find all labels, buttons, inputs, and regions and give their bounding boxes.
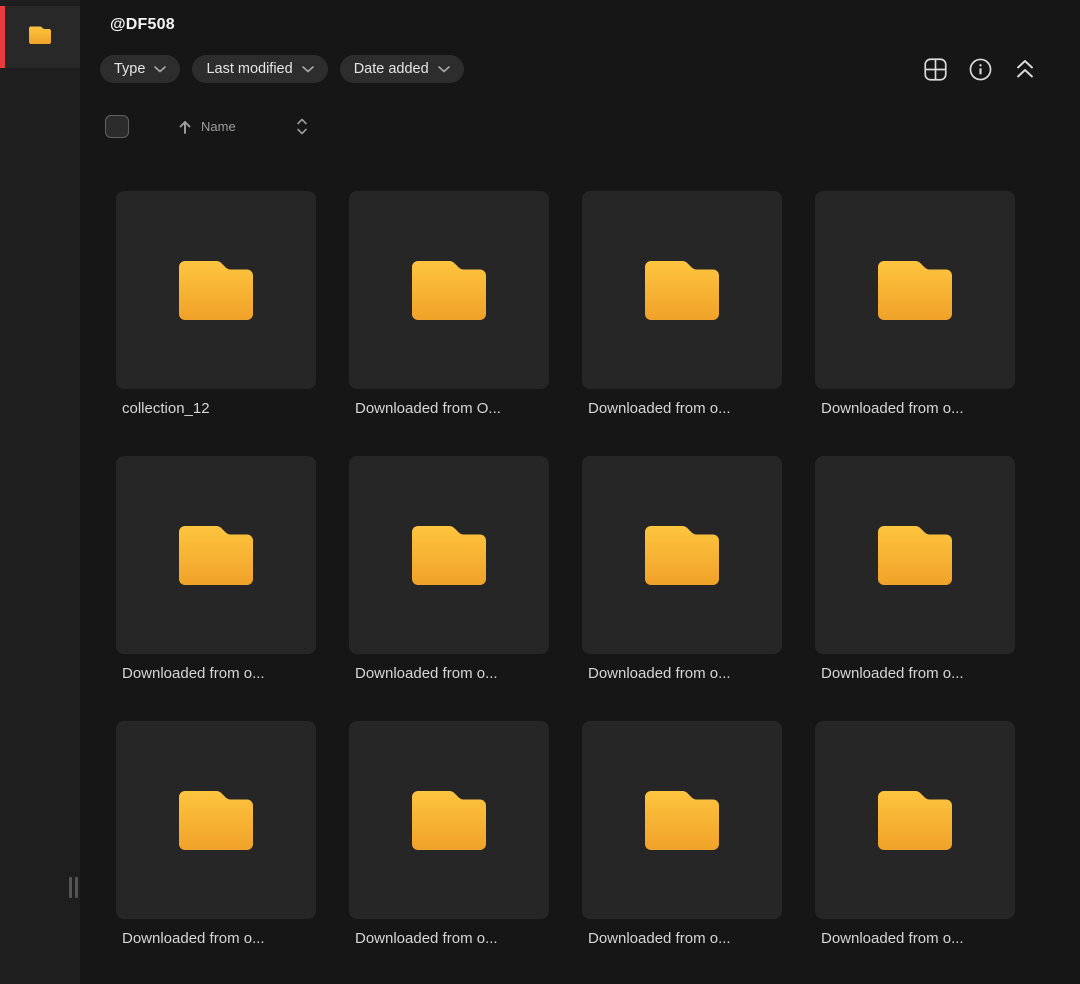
sidebar-item-selected-folder[interactable] — [0, 6, 80, 68]
folder-thumbnail — [116, 721, 316, 919]
folder-thumbnail — [815, 721, 1015, 919]
sidebar-resize-handle[interactable] — [69, 877, 78, 898]
filter-last-modified-dropdown[interactable]: Last modified — [192, 55, 328, 83]
folder-icon — [645, 521, 719, 590]
folder-thumbnail — [815, 456, 1015, 654]
folder-item[interactable]: Downloaded from o... — [349, 721, 549, 947]
folder-thumbnail — [349, 191, 549, 389]
folder-item[interactable]: Downloaded from o... — [582, 191, 782, 417]
up-down-chevrons-icon — [296, 118, 307, 135]
info-icon — [969, 58, 991, 80]
folder-thumbnail — [582, 721, 782, 919]
folder-item[interactable]: Downloaded from o... — [815, 456, 1015, 682]
folder-name: Downloaded from O... — [355, 400, 501, 417]
folder-icon — [645, 256, 719, 325]
sidebar — [0, 0, 80, 984]
filter-last-modified-label: Last modified — [206, 61, 293, 77]
folder-thumbnail — [582, 456, 782, 654]
selected-accent-bar — [0, 6, 5, 68]
folder-name: Downloaded from o... — [821, 400, 964, 417]
filter-type-label: Type — [114, 61, 146, 77]
folder-thumbnail — [349, 456, 549, 654]
folder-name: Downloaded from o... — [355, 665, 498, 682]
info-button[interactable] — [968, 57, 992, 81]
folder-item[interactable]: Downloaded from o... — [582, 721, 782, 947]
folder-item[interactable]: Downloaded from o... — [349, 456, 549, 682]
folder-item[interactable]: Downloaded from o... — [582, 456, 782, 682]
folder-icon — [878, 786, 952, 855]
folder-name: Downloaded from o... — [588, 400, 731, 417]
chevron-down-icon — [154, 66, 167, 73]
folder-icon — [179, 256, 253, 325]
chevron-down-icon — [301, 66, 314, 73]
folder-icon — [179, 521, 253, 590]
main-content: @DF508 Type Last modified Date added Nam… — [80, 0, 1080, 984]
sort-field-label: Name — [201, 119, 236, 134]
folder-thumbnail — [349, 721, 549, 919]
folder-icon — [878, 521, 952, 590]
folder-grid: collection_12 Downloaded from O... Downl… — [116, 191, 1080, 947]
page-title: @DF508 — [110, 16, 175, 33]
folder-item[interactable]: Downloaded from o... — [815, 191, 1015, 417]
sort-direction-toggle[interactable] — [296, 117, 308, 136]
folder-item[interactable]: Downloaded from o... — [116, 721, 316, 947]
filter-date-added-label: Date added — [353, 61, 429, 77]
double-chevron-up-icon — [1017, 60, 1033, 78]
folder-item[interactable]: Downloaded from o... — [116, 456, 316, 682]
folder-item[interactable]: collection_12 — [116, 191, 316, 417]
chevron-down-icon — [437, 66, 450, 73]
folder-item[interactable]: Downloaded from o... — [815, 721, 1015, 947]
filter-type-dropdown[interactable]: Type — [100, 55, 181, 83]
folder-thumbnail — [815, 191, 1015, 389]
folder-icon — [878, 256, 952, 325]
folder-name: Downloaded from o... — [355, 930, 498, 947]
folder-name: Downloaded from o... — [588, 665, 731, 682]
folder-thumbnail — [582, 191, 782, 389]
folder-icon — [412, 521, 486, 590]
folder-thumbnail — [116, 456, 316, 654]
folder-item[interactable]: Downloaded from O... — [349, 191, 549, 417]
folder-thumbnail — [116, 191, 316, 389]
folder-icon — [29, 25, 51, 49]
folder-name: Downloaded from o... — [122, 930, 265, 947]
folder-name: collection_12 — [122, 400, 210, 417]
folder-name: Downloaded from o... — [588, 930, 731, 947]
select-all-checkbox[interactable] — [105, 115, 129, 138]
view-toolbar — [923, 57, 1037, 81]
folder-name: Downloaded from o... — [821, 930, 964, 947]
arrow-up-icon — [179, 120, 191, 134]
folder-icon — [645, 786, 719, 855]
sort-bar: Name — [80, 114, 1080, 139]
folder-icon — [412, 256, 486, 325]
folder-icon — [412, 786, 486, 855]
filter-date-added-dropdown[interactable]: Date added — [339, 55, 464, 83]
folder-name: Downloaded from o... — [821, 665, 964, 682]
sort-field-button[interactable]: Name — [178, 119, 236, 135]
grid-view-button[interactable] — [923, 57, 947, 81]
folder-icon — [179, 786, 253, 855]
filter-toolbar: Type Last modified Date added — [80, 55, 1080, 83]
folder-name: Downloaded from o... — [122, 665, 265, 682]
grid-view-icon — [923, 57, 947, 81]
collapse-all-button[interactable] — [1013, 57, 1037, 81]
